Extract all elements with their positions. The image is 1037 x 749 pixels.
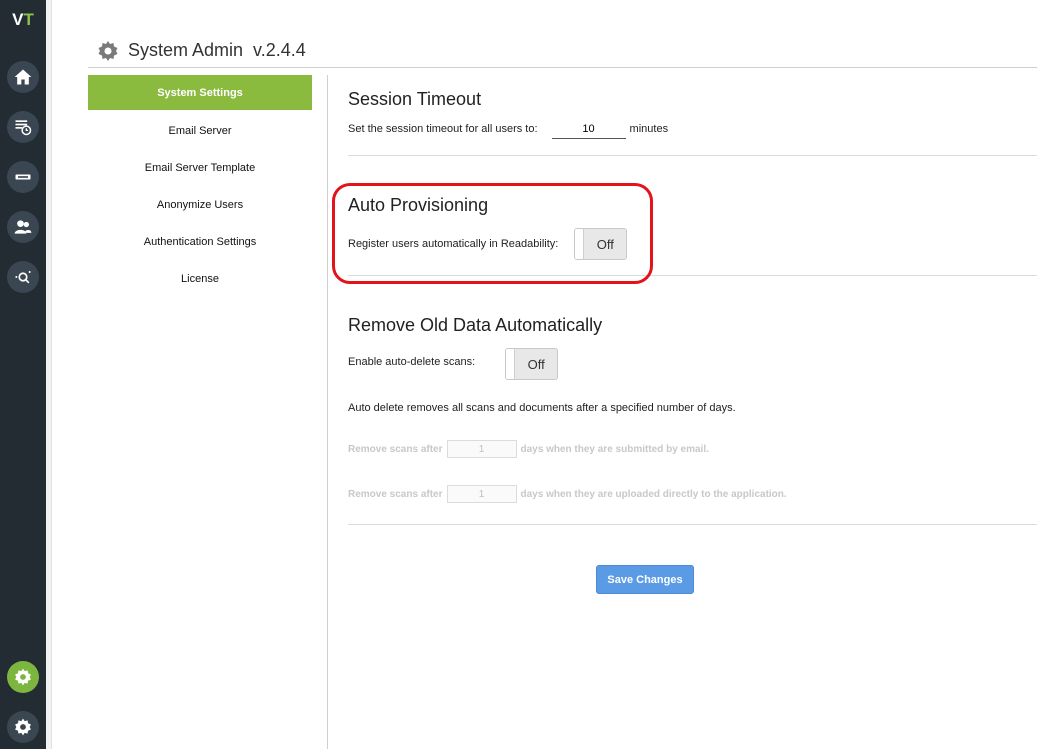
version-label: v.2.4.4 (253, 40, 306, 60)
auto-delete-description: Auto delete removes all scans and docume… (348, 402, 736, 414)
analytics-icon[interactable] (7, 261, 39, 293)
settings-gear-icon (98, 40, 118, 61)
session-timeout-title: Session Timeout (348, 89, 482, 109)
save-changes-button[interactable]: Save Changes (596, 565, 694, 594)
nav-item-email-server[interactable]: Email Server (88, 112, 312, 149)
email-retention-suffix: days when they are submitted by email. (520, 443, 709, 455)
app-logo[interactable]: VT (0, 0, 46, 40)
gear-icon[interactable] (7, 711, 39, 743)
schedule-list-icon[interactable] (7, 111, 39, 143)
page-title: System Admin (128, 40, 244, 60)
upload-retention-row: Remove scans after days when they are up… (348, 485, 787, 503)
session-timeout-unit: minutes (629, 123, 669, 135)
rail-divider (46, 0, 52, 749)
session-timeout-row: Set the session timeout for all users to… (348, 119, 668, 139)
email-retention-row: Remove scans after days when they are su… (348, 440, 709, 458)
auto-delete-toggle[interactable]: Off (505, 348, 559, 380)
settings-nav: System Settings Email Server Email Serve… (88, 75, 312, 297)
upload-retention-input[interactable] (446, 485, 517, 503)
admin-settings-icon[interactable] (7, 661, 39, 693)
scanner-icon[interactable] (7, 161, 39, 193)
app-rail: VT (0, 0, 46, 749)
nav-item-license[interactable]: License (88, 260, 312, 297)
upload-retention-suffix: days when they are uploaded directly to … (520, 488, 787, 500)
home-icon[interactable] (7, 61, 39, 93)
section-divider (348, 155, 1037, 156)
logo-t: T (23, 10, 34, 29)
nav-item-system-settings[interactable]: System Settings (88, 75, 312, 110)
annotation-highlight (332, 183, 653, 284)
page-header: System Admin v.2.4.4 (88, 34, 1037, 68)
remove-old-data-title: Remove Old Data Automatically (348, 315, 603, 335)
nav-item-authentication-settings[interactable]: Authentication Settings (88, 223, 312, 260)
auto-delete-row: Enable auto-delete scans: Off (348, 348, 559, 380)
toggle-state: Off (527, 356, 545, 372)
session-timeout-input[interactable] (551, 119, 626, 139)
nav-item-anonymize-users[interactable]: Anonymize Users (88, 186, 312, 223)
email-retention-input[interactable] (446, 440, 517, 458)
section-divider (348, 524, 1037, 525)
session-timeout-label: Set the session timeout for all users to… (348, 123, 538, 135)
logo-v: V (12, 10, 24, 29)
auto-delete-label: Enable auto-delete scans: (348, 356, 476, 368)
nav-item-email-server-template[interactable]: Email Server Template (88, 149, 312, 186)
upload-retention-prefix: Remove scans after (348, 488, 443, 500)
content-divider (327, 75, 328, 749)
email-retention-prefix: Remove scans after (348, 443, 443, 455)
users-icon[interactable] (7, 211, 39, 243)
toggle-knob (506, 349, 516, 379)
